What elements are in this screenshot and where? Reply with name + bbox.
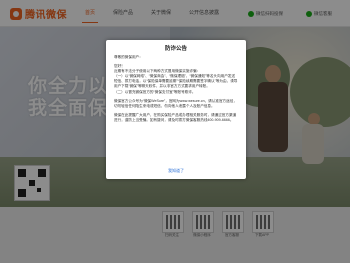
dialog-paragraph: 微保在此提醒广大用户，在购买保险产品或办理相关服务时，请通过官方渠道进行，谨防上…: [114, 112, 237, 122]
dialog-paragraph: 微保官方公众号为“微保WeSure”，官网为www.wesure.cn，请认准官…: [114, 98, 237, 108]
anti-fraud-notice-dialog: 防诈公告 尊敬的微保用户： 您好！ 近期有不法分子使用以下两种方式冒用微保实施诈…: [106, 40, 246, 179]
dialog-title: 防诈公告: [164, 46, 187, 52]
dialog-body: 尊敬的微保用户： 您好！ 近期有不法分子使用以下两种方式冒用微保实施诈骗： （一…: [114, 55, 238, 163]
dialog-paragraph: （一）以“微保网络”、“微保商会”、“微保理赔”、“微保通知”等名头向用户发送短…: [114, 74, 238, 89]
acknowledge-link[interactable]: 我知道了: [106, 168, 246, 174]
